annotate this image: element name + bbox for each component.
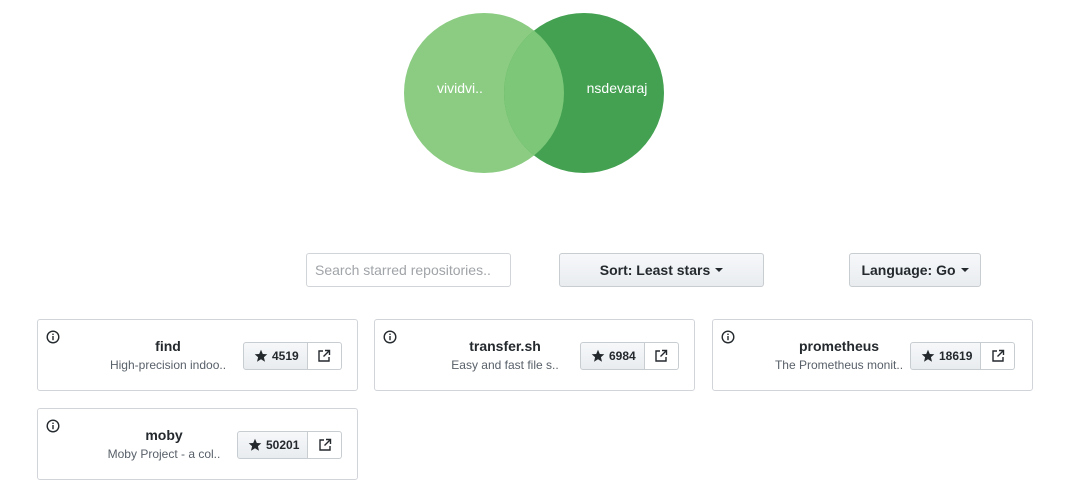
venn-label-right: nsdevaraj bbox=[587, 80, 648, 96]
caret-down-icon bbox=[715, 268, 724, 272]
info-icon[interactable] bbox=[721, 330, 735, 344]
star-icon bbox=[921, 349, 935, 362]
repo-description: Moby Project - a col.. bbox=[107, 447, 221, 461]
repo-card: moby Moby Project - a col.. 50201 bbox=[37, 408, 358, 480]
repo-card: prometheus The Prometheus monit.. 18619 bbox=[712, 319, 1033, 391]
repo-name[interactable]: find bbox=[78, 338, 258, 355]
star-count: 6984 bbox=[609, 349, 636, 363]
info-icon[interactable] bbox=[46, 419, 60, 433]
star-count: 18619 bbox=[939, 349, 973, 363]
star-count-button[interactable]: 50201 bbox=[237, 431, 309, 459]
info-icon[interactable] bbox=[46, 330, 60, 344]
repo-description: High-precision indoo.. bbox=[109, 358, 227, 372]
venn-diagram: vividvi.. nsdevaraj bbox=[404, 13, 664, 173]
venn-label-left: vividvi.. bbox=[437, 80, 483, 96]
open-repo-button[interactable] bbox=[307, 342, 342, 370]
repo-card: find High-precision indoo.. 4519 bbox=[37, 319, 358, 391]
language-dropdown-button[interactable]: Language: Go bbox=[849, 253, 981, 287]
repo-description: The Prometheus monit.. bbox=[774, 358, 904, 372]
search-input[interactable] bbox=[306, 253, 511, 287]
language-label: Language: Go bbox=[861, 262, 956, 278]
open-repo-button[interactable] bbox=[308, 431, 343, 459]
star-count-button[interactable]: 6984 bbox=[580, 342, 645, 370]
repo-name[interactable]: transfer.sh bbox=[415, 338, 595, 355]
repo-name[interactable]: moby bbox=[74, 427, 254, 444]
repo-description: Easy and fast file s.. bbox=[451, 358, 559, 372]
star-count: 4519 bbox=[272, 349, 299, 363]
star-count-button[interactable]: 18619 bbox=[910, 342, 982, 370]
external-link-icon bbox=[318, 349, 331, 362]
repo-name[interactable]: prometheus bbox=[749, 338, 929, 355]
info-icon[interactable] bbox=[383, 330, 397, 344]
repo-card: transfer.sh Easy and fast file s.. 6984 bbox=[374, 319, 695, 391]
star-count: 50201 bbox=[266, 438, 300, 452]
star-icon bbox=[591, 349, 605, 362]
external-link-icon bbox=[992, 349, 1005, 362]
sort-label: Sort: Least stars bbox=[599, 262, 711, 278]
open-repo-button[interactable] bbox=[981, 342, 1016, 370]
star-count-button[interactable]: 4519 bbox=[243, 342, 308, 370]
open-repo-button[interactable] bbox=[644, 342, 679, 370]
caret-down-icon bbox=[960, 268, 969, 272]
star-icon bbox=[254, 349, 268, 362]
external-link-icon bbox=[319, 438, 332, 451]
star-icon bbox=[248, 438, 262, 451]
sort-dropdown-button[interactable]: Sort: Least stars bbox=[559, 253, 764, 287]
external-link-icon bbox=[655, 349, 668, 362]
